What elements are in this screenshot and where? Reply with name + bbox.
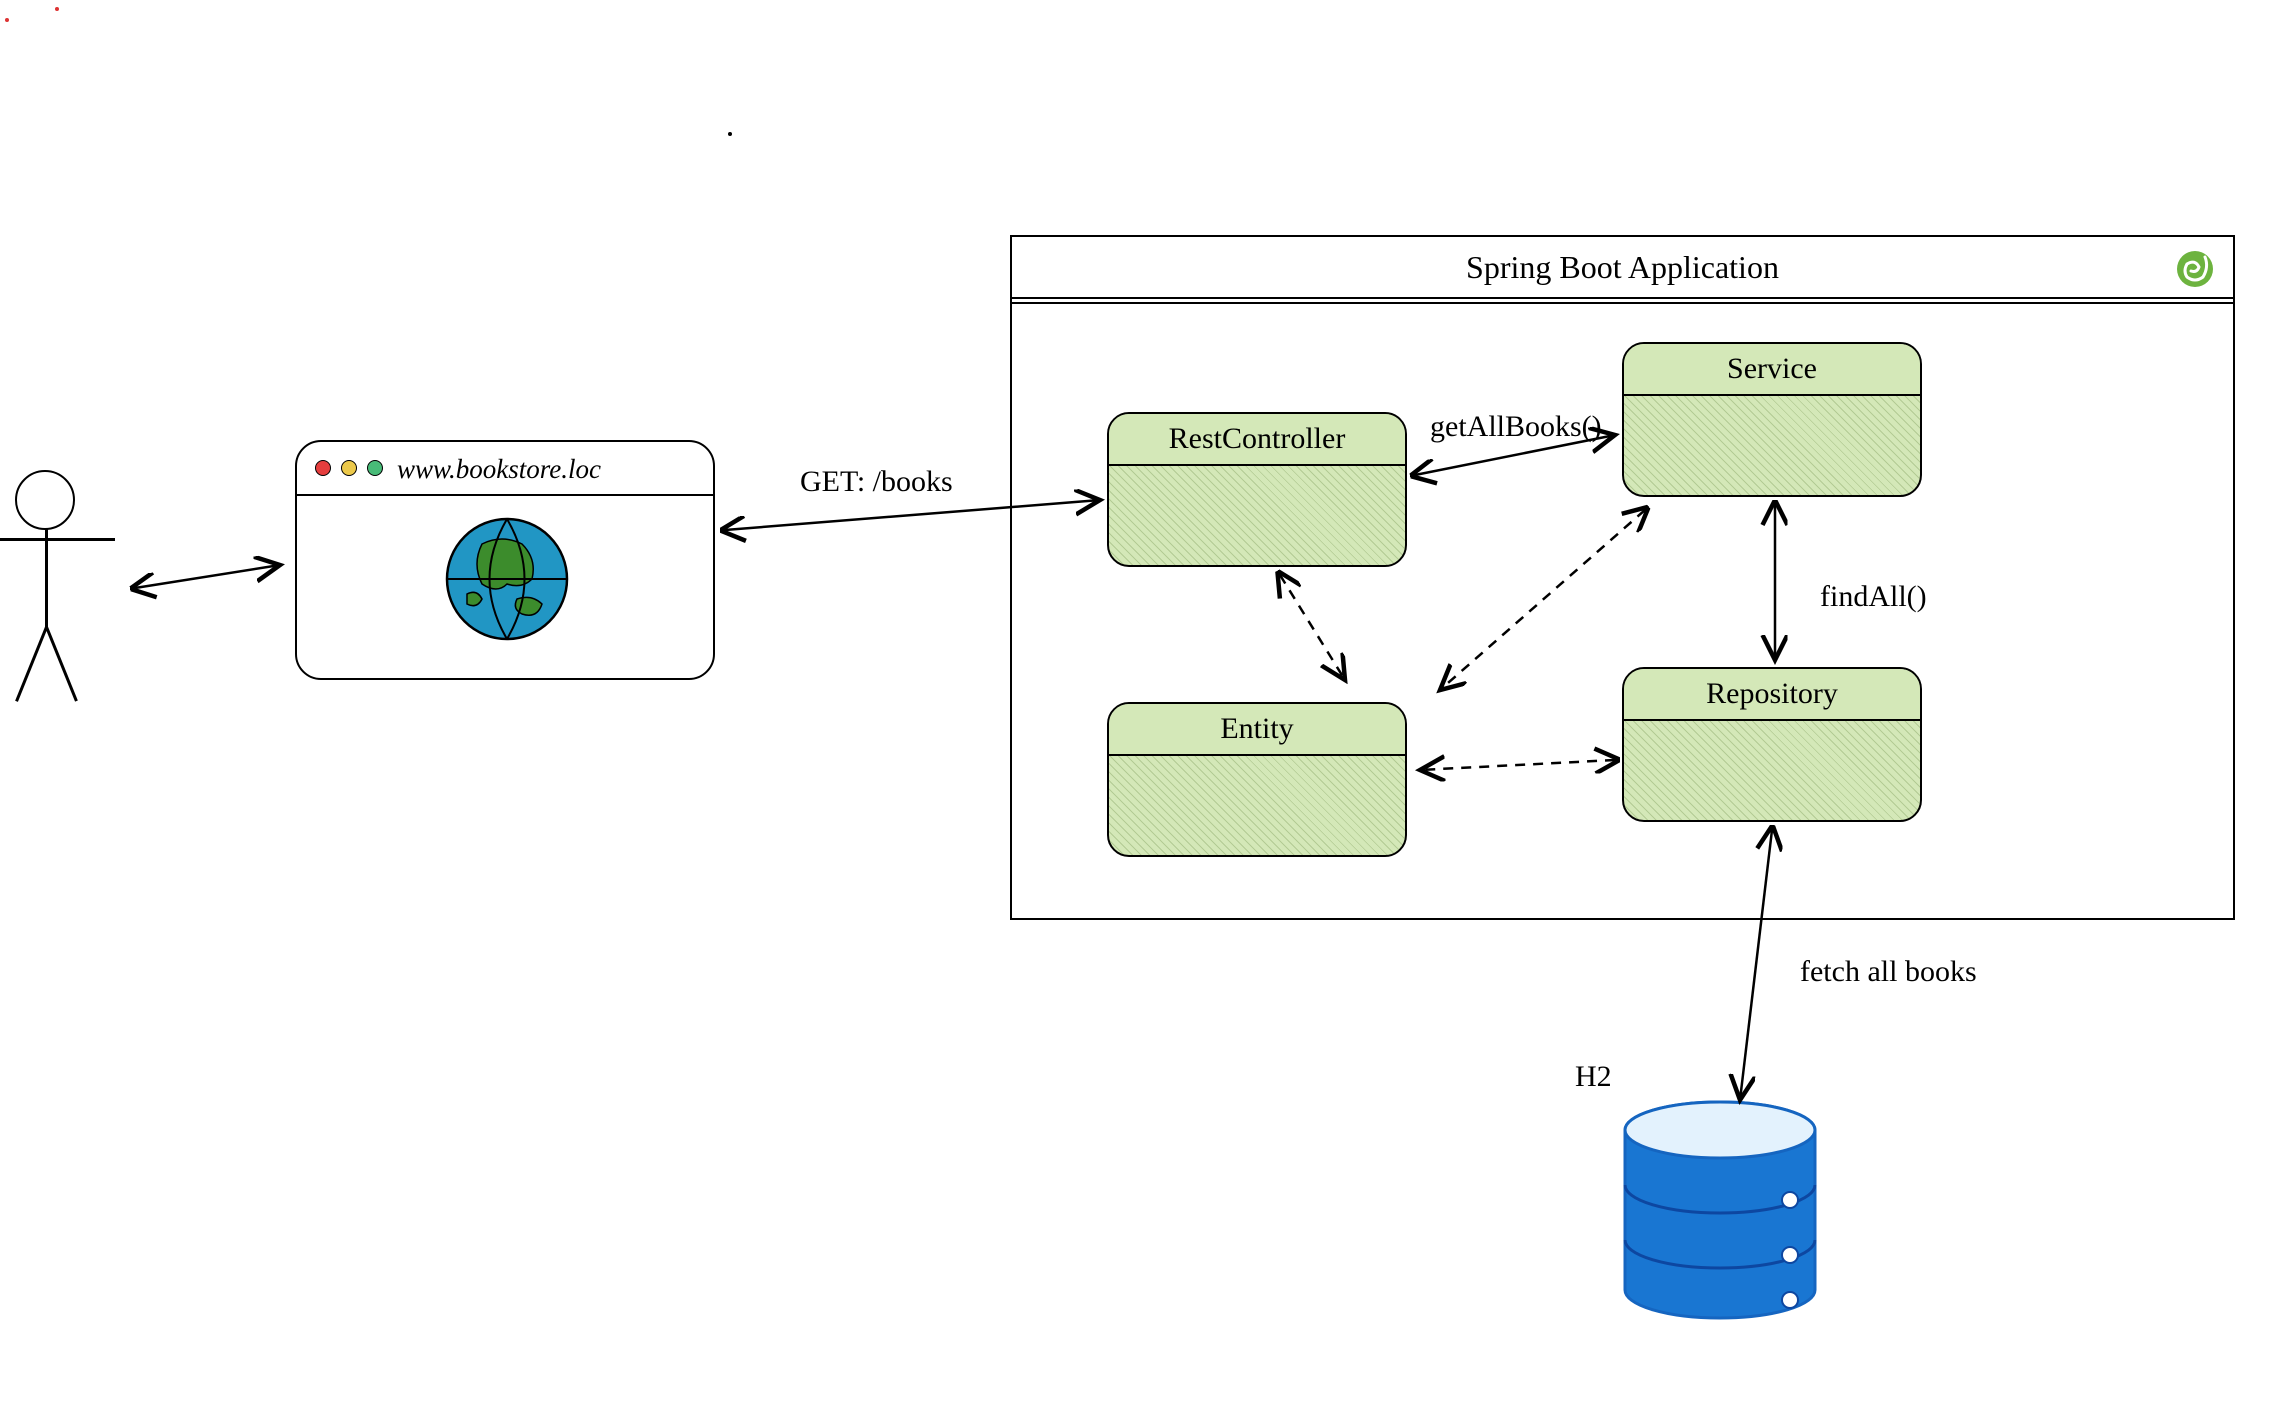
- browser-url: www.bookstore.loc: [397, 454, 601, 485]
- database-label: H2: [1575, 1060, 1612, 1094]
- stray-dot: [5, 18, 9, 22]
- close-icon: [315, 460, 331, 476]
- component-label: RestController: [1109, 414, 1405, 466]
- fetch-all-label: fetch all books: [1800, 955, 1977, 989]
- rest-controller-component: RestController: [1107, 412, 1407, 567]
- database-icon: [1620, 1100, 1820, 1320]
- find-all-label: findAll(): [1820, 580, 1927, 614]
- globe-icon: [442, 514, 572, 644]
- get-all-books-label: getAllBooks(): [1430, 410, 1602, 444]
- entity-component: Entity: [1107, 702, 1407, 857]
- stray-dot: [728, 132, 732, 136]
- user-icon: [15, 470, 75, 530]
- http-request-label: GET: /books: [800, 465, 953, 499]
- component-label: Entity: [1109, 704, 1405, 756]
- spring-boot-application: Spring Boot Application RestController S…: [1010, 235, 2235, 920]
- component-label: Service: [1624, 344, 1920, 396]
- stray-dot: [55, 7, 59, 11]
- service-component: Service: [1622, 342, 1922, 497]
- component-label: Repository: [1624, 669, 1920, 721]
- container-title: Spring Boot Application: [1466, 249, 1779, 286]
- maximize-icon: [367, 460, 383, 476]
- minimize-icon: [341, 460, 357, 476]
- repository-component: Repository: [1622, 667, 1922, 822]
- browser-window: www.bookstore.loc: [295, 440, 715, 680]
- spring-logo-icon: [2175, 249, 2215, 289]
